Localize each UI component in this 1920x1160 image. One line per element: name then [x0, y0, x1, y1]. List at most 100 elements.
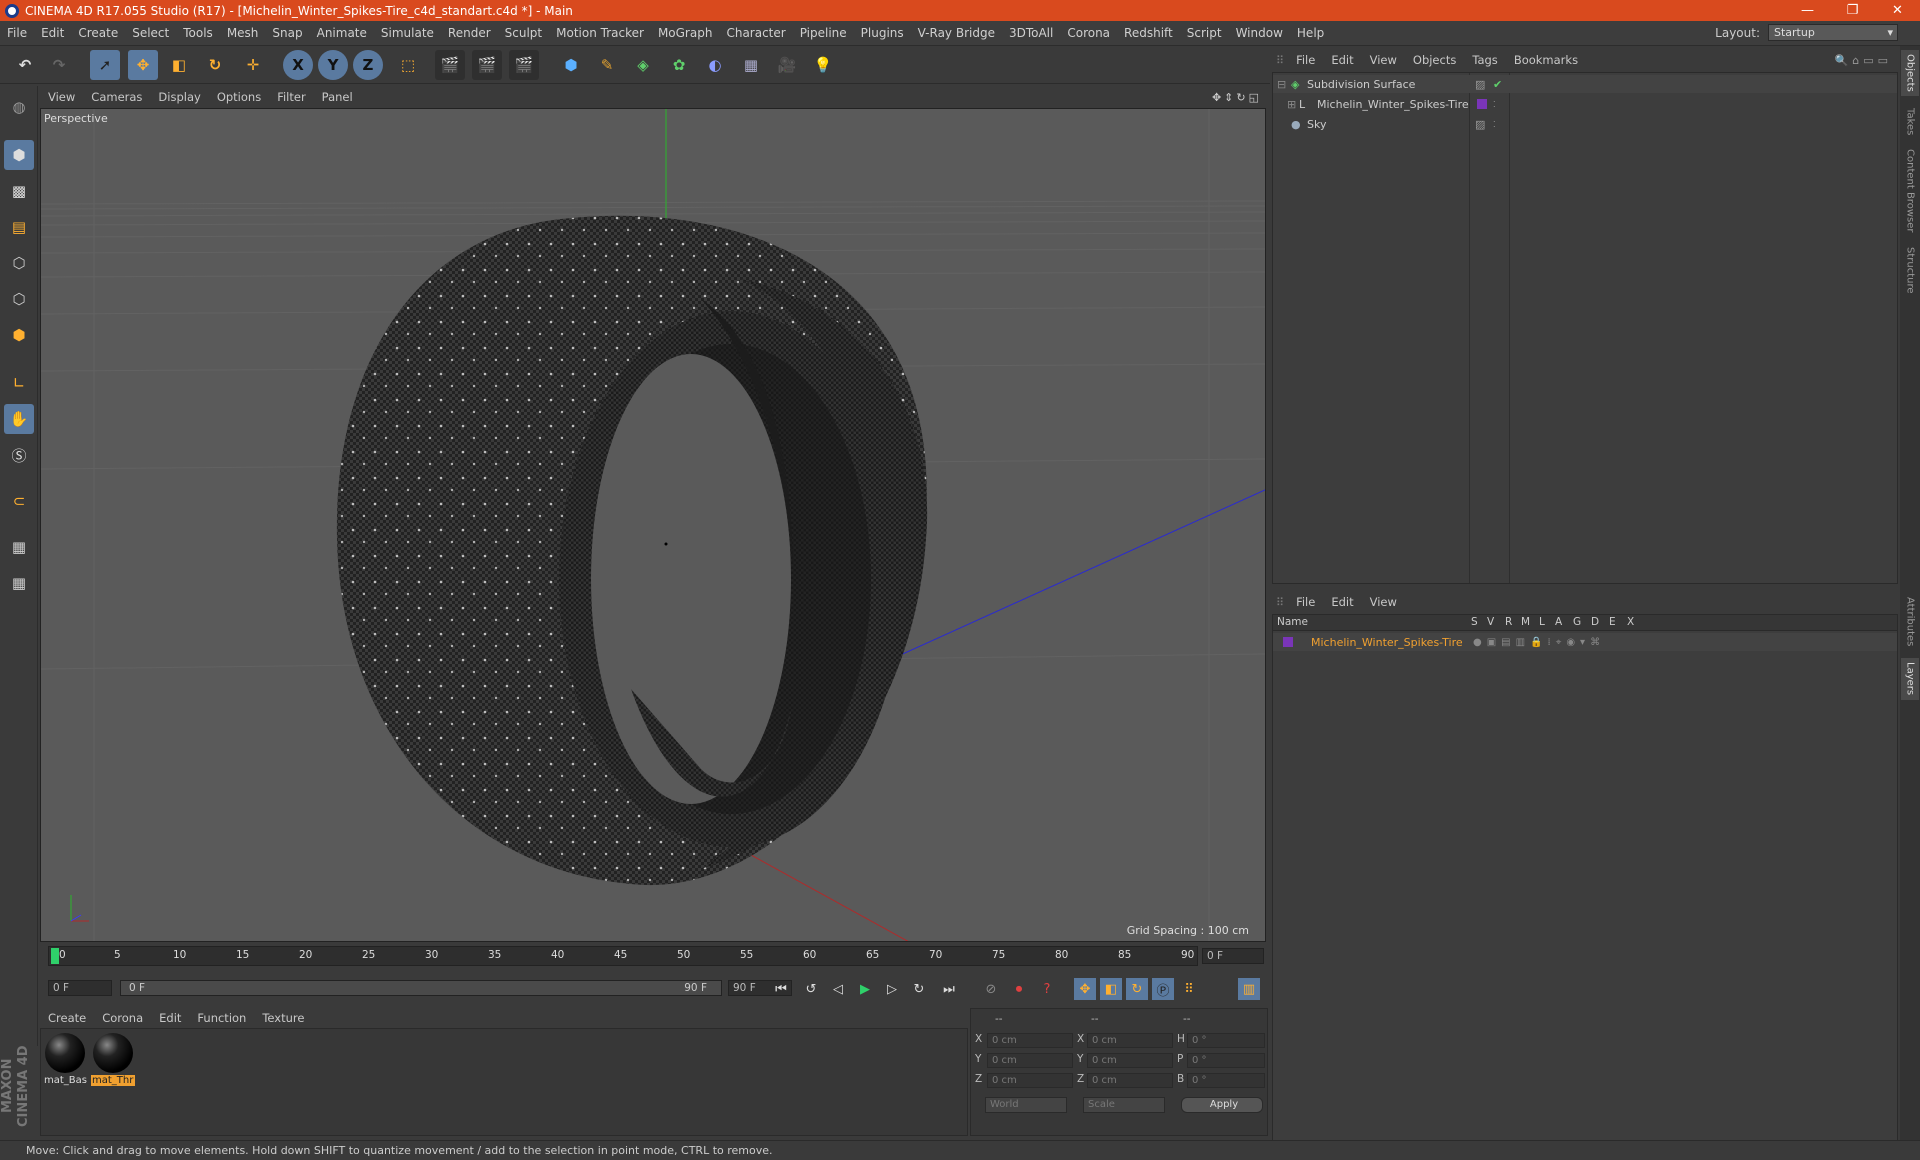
menu-3dtoall[interactable]: 3DToAll — [1002, 26, 1060, 40]
position-x-field[interactable]: 0 cm — [987, 1033, 1073, 1048]
subdivision-surface-icon[interactable]: ◈ — [628, 50, 658, 80]
deformer-icon[interactable]: ◐ — [700, 50, 730, 80]
rotation-b-field[interactable]: 0 ° — [1187, 1073, 1265, 1088]
magnet-icon[interactable]: ⊂ — [4, 486, 34, 516]
edges-mode-icon[interactable]: ⬡ — [4, 284, 34, 314]
position-z-field[interactable]: 0 cm — [987, 1073, 1073, 1088]
panel-grip-icon[interactable]: ⠿ — [1272, 54, 1288, 67]
enabled-check-icon[interactable]: ✔ — [1493, 78, 1502, 91]
go-to-end-icon[interactable]: ⏭ — [938, 978, 960, 1000]
menu-vray-bridge[interactable]: V-Ray Bridge — [911, 26, 1002, 40]
cube-primitive-icon[interactable]: ⬢ — [556, 50, 586, 80]
layer-menu-file[interactable]: File — [1288, 595, 1323, 609]
visibility-toggle-icon[interactable]: ▨ — [1475, 118, 1485, 131]
menu-animate[interactable]: Animate — [310, 26, 374, 40]
material-swatch[interactable]: mat_Thr — [91, 1033, 135, 1091]
viewport-menu-view[interactable]: View — [40, 90, 83, 104]
layer-row[interactable]: Michelin_Winter_Spikes-Tire ●▣▤▥🔒⁞⌖◉▾⌘ — [1273, 633, 1897, 651]
frame-range-slider[interactable]: 0 F 90 F — [120, 980, 722, 996]
key-rotation-icon[interactable]: ↻ — [1126, 978, 1148, 1000]
points-mode-icon[interactable]: ⬡ — [4, 248, 34, 278]
menu-help[interactable]: Help — [1290, 26, 1331, 40]
undo-icon[interactable]: ↶ — [10, 50, 40, 80]
planar-workplane-icon[interactable]: ▦ — [4, 568, 34, 598]
material-menu-corona[interactable]: Corona — [94, 1011, 151, 1025]
material-menu-function[interactable]: Function — [189, 1011, 254, 1025]
coordinate-system-icon[interactable]: ⬚ — [393, 50, 423, 80]
keyframe-selection-icon[interactable]: ? — [1036, 978, 1058, 1000]
next-key-icon[interactable]: ↻ — [908, 978, 930, 1000]
viewport-navigation-icon[interactable]: ✥⇕↻◱ — [1212, 91, 1262, 104]
menu-corona[interactable]: Corona — [1060, 26, 1117, 40]
apply-button[interactable]: Apply — [1181, 1097, 1263, 1113]
workplane-icon[interactable]: ▤ — [4, 212, 34, 242]
column-generators[interactable]: G — [1573, 616, 1581, 628]
key-scale-icon[interactable]: ◧ — [1100, 978, 1122, 1000]
column-name[interactable]: Name — [1277, 616, 1308, 628]
next-frame-icon[interactable]: ▷ — [881, 978, 903, 1000]
tweak-mode-icon[interactable]: ✋ — [4, 404, 34, 434]
menu-file[interactable]: File — [0, 26, 34, 40]
render-picture-viewer-icon[interactable]: 🎬 — [472, 50, 502, 80]
object-menu-view[interactable]: View — [1362, 53, 1405, 67]
tab-takes[interactable]: Takes — [1901, 102, 1919, 142]
tab-layers[interactable]: Layers — [1901, 658, 1919, 700]
tab-structure[interactable]: Structure — [1901, 242, 1919, 298]
mograph-cloner-icon[interactable]: ✿ — [664, 50, 694, 80]
menu-sculpt[interactable]: Sculpt — [498, 26, 549, 40]
menu-mograph[interactable]: MoGraph — [651, 26, 720, 40]
layer-color-swatch[interactable] — [1283, 637, 1293, 647]
visibility-toggle-icon[interactable]: ▨ — [1475, 78, 1485, 91]
live-selection-icon[interactable]: ➚ — [90, 50, 120, 80]
search-icon[interactable]: 🔍⌂▭▭ — [1835, 54, 1892, 67]
material-swatch[interactable]: mat_Bas — [43, 1033, 87, 1091]
menu-plugins[interactable]: Plugins — [854, 26, 911, 40]
scale-z-field[interactable]: 0 cm — [1087, 1073, 1173, 1088]
column-locked[interactable]: L — [1539, 616, 1545, 628]
move-tool-icon[interactable]: ✥ — [128, 50, 158, 80]
menu-script[interactable]: Script — [1180, 26, 1229, 40]
menu-render[interactable]: Render — [441, 26, 498, 40]
position-y-field[interactable]: 0 cm — [987, 1053, 1073, 1068]
column-xref[interactable]: X — [1627, 616, 1634, 628]
layer-menu-edit[interactable]: Edit — [1323, 595, 1361, 609]
playhead-marker[interactable] — [51, 948, 59, 964]
panel-grip-icon[interactable]: ⠿ — [1272, 596, 1288, 609]
light-icon[interactable]: 💡 — [808, 50, 838, 80]
auto-keying-icon[interactable]: ⏺ — [1008, 978, 1030, 1000]
object-row-tire[interactable]: ⊞ L Michelin_Winter_Spikes-Tire ⁚ — [1273, 95, 1897, 113]
visibility-dots-icon[interactable]: ⁚ — [1493, 100, 1496, 109]
previous-frame-icon[interactable]: ◁ — [827, 978, 849, 1000]
x-axis-lock-button[interactable]: X — [283, 50, 313, 80]
menu-tools[interactable]: Tools — [176, 26, 220, 40]
viewport-menu-options[interactable]: Options — [209, 90, 269, 104]
rotate-tool-icon[interactable]: ↻ — [200, 50, 230, 80]
object-menu-objects[interactable]: Objects — [1405, 53, 1464, 67]
tab-content-browser[interactable]: Content Browser — [1901, 146, 1919, 236]
collapse-icon[interactable]: ⊟ — [1277, 78, 1286, 91]
menu-pipeline[interactable]: Pipeline — [793, 26, 854, 40]
column-render[interactable]: R — [1505, 616, 1512, 628]
camera-icon[interactable]: 🎥 — [772, 50, 802, 80]
lock-workplane-icon[interactable]: ▦ — [4, 532, 34, 562]
close-button[interactable]: ✕ — [1875, 0, 1920, 21]
layer-menu-view[interactable]: View — [1362, 595, 1405, 609]
polygons-mode-icon[interactable]: ⬢ — [4, 320, 34, 350]
column-animation[interactable]: A — [1555, 616, 1562, 628]
play-forward-icon[interactable]: ▶ — [854, 978, 876, 1000]
z-axis-lock-button[interactable]: Z — [353, 50, 383, 80]
minimize-button[interactable]: — — [1785, 0, 1830, 21]
column-deformers[interactable]: D — [1591, 616, 1599, 628]
recent-tool-icon[interactable]: ✛ — [238, 50, 268, 80]
timeline-window-icon[interactable]: ▥ — [1238, 978, 1260, 1000]
object-menu-edit[interactable]: Edit — [1323, 53, 1361, 67]
y-axis-lock-button[interactable]: Y — [318, 50, 348, 80]
object-row-sky[interactable]: ● Sky ▨ ⁚ — [1273, 115, 1897, 133]
column-solo[interactable]: S — [1471, 616, 1478, 628]
timeline-ruler[interactable]: 0 5 10 15 20 25 30 35 40 45 50 55 60 65 … — [40, 944, 1268, 968]
redo-icon[interactable]: ↷ — [44, 50, 74, 80]
layer-name[interactable]: Michelin_Winter_Spikes-Tire — [1311, 636, 1463, 649]
menu-select[interactable]: Select — [125, 26, 176, 40]
material-menu-texture[interactable]: Texture — [254, 1011, 312, 1025]
visibility-dots-icon[interactable]: ⁚ — [1493, 120, 1496, 129]
